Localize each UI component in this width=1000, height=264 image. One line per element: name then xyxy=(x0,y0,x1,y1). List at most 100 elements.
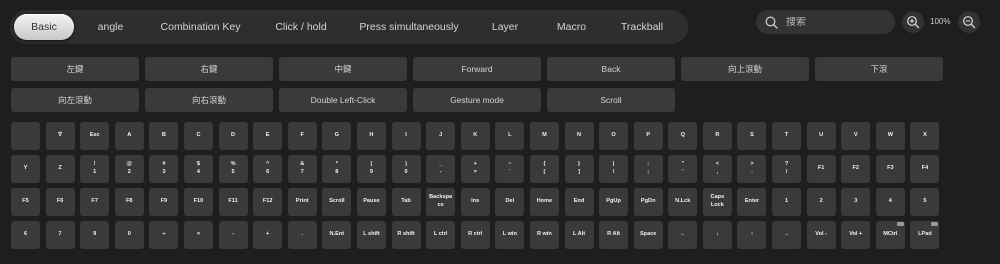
keyboard-key[interactable]: F5 xyxy=(11,188,40,216)
keyboard-key[interactable]: ÷ xyxy=(149,221,179,249)
keyboard-key[interactable]: J xyxy=(426,122,456,150)
keyboard-key[interactable]: ( 9 xyxy=(356,155,386,183)
keyboard-key[interactable]: ← xyxy=(668,221,698,249)
keyboard-key[interactable]: G xyxy=(322,122,352,150)
keyboard-key[interactable]: P xyxy=(633,122,663,150)
function-button[interactable]: 下滾 xyxy=(815,57,943,81)
keyboard-key[interactable]: T xyxy=(772,122,802,150)
keyboard-key[interactable]: ∇ xyxy=(45,122,75,150)
keyboard-key[interactable]: : ; xyxy=(633,155,663,183)
keyboard-key[interactable]: A xyxy=(114,122,144,150)
keyboard-key[interactable]: K xyxy=(460,122,490,150)
function-button[interactable]: 向左滾動 xyxy=(11,88,139,112)
keyboard-key[interactable]: ^ 6 xyxy=(253,155,283,183)
keyboard-key[interactable]: 2 xyxy=(806,188,836,216)
keyboard-key[interactable]: N.Lck xyxy=(668,188,698,216)
keyboard-key[interactable]: Del xyxy=(495,188,525,216)
keyboard-key[interactable]: F9 xyxy=(149,188,179,216)
zoom-out-button[interactable] xyxy=(958,11,980,33)
keyboard-key[interactable]: R ctrl xyxy=(460,221,490,249)
keyboard-key[interactable]: O xyxy=(599,122,629,150)
keyboard-key[interactable]: N xyxy=(564,122,594,150)
keyboard-key[interactable]: 4 xyxy=(875,188,905,216)
keyboard-key[interactable]: MCtrl xyxy=(875,221,905,249)
keyboard-key[interactable]: - xyxy=(218,221,248,249)
keyboard-key[interactable]: PgUp xyxy=(599,188,629,216)
keyboard-key[interactable]: . xyxy=(287,221,317,249)
keyboard-key[interactable]: ? / xyxy=(772,155,802,183)
tab-angle[interactable]: angle xyxy=(74,14,147,40)
keyboard-key[interactable]: + = xyxy=(460,155,490,183)
keyboard-key[interactable]: L win xyxy=(495,221,525,249)
keyboard-key[interactable]: L shift xyxy=(356,221,386,249)
keyboard-key[interactable]: W xyxy=(875,122,905,150)
search-box[interactable] xyxy=(756,10,895,34)
keyboard-key[interactable]: D xyxy=(218,122,248,150)
function-button[interactable]: Back xyxy=(547,57,675,81)
tab-combination-key[interactable]: Combination Key xyxy=(147,14,254,40)
keyboard-key[interactable]: L xyxy=(495,122,525,150)
keyboard-key[interactable]: Esc xyxy=(80,122,110,150)
keyboard-key[interactable]: F6 xyxy=(45,188,75,216)
keyboard-key[interactable]: > . xyxy=(737,155,767,183)
keyboard-key[interactable]: End xyxy=(564,188,594,216)
keyboard-key[interactable]: PgDn xyxy=(633,188,663,216)
keyboard-key[interactable]: } ] xyxy=(564,155,594,183)
function-button[interactable]: 左鍵 xyxy=(11,57,139,81)
keyboard-key[interactable]: F4 xyxy=(910,155,940,183)
keyboard-key[interactable]: L ctrl xyxy=(426,221,456,249)
zoom-in-button[interactable] xyxy=(902,11,924,33)
keyboard-key[interactable]: Space xyxy=(633,221,663,249)
keyboard-key[interactable]: ~ ` xyxy=(495,155,525,183)
keyboard-key[interactable]: Vol - xyxy=(806,221,836,249)
keyboard-key[interactable]: 6 xyxy=(11,221,40,249)
tab-layer[interactable]: Layer xyxy=(470,14,540,40)
keyboard-key[interactable]: Scroll xyxy=(322,188,352,216)
keyboard-key[interactable]: I xyxy=(391,122,421,150)
keyboard-key[interactable]: * 8 xyxy=(322,155,352,183)
keyboard-key[interactable]: 7 xyxy=(45,221,75,249)
keyboard-key[interactable]: 9 xyxy=(80,221,110,249)
keyboard-key[interactable] xyxy=(11,122,40,150)
keyboard-key[interactable]: C xyxy=(183,122,213,150)
keyboard-key[interactable]: F12 xyxy=(253,188,283,216)
keyboard-key[interactable]: L Alt xyxy=(564,221,594,249)
keyboard-key[interactable]: Vol + xyxy=(841,221,871,249)
keyboard-key[interactable]: Enter xyxy=(737,188,767,216)
keyboard-key[interactable]: 1 xyxy=(772,188,802,216)
keyboard-key[interactable]: F7 xyxy=(80,188,110,216)
keyboard-key[interactable]: F3 xyxy=(875,155,905,183)
function-button[interactable]: Scroll xyxy=(547,88,675,112)
keyboard-key[interactable]: { [ xyxy=(529,155,559,183)
keyboard-key[interactable]: % 5 xyxy=(218,155,248,183)
keyboard-key[interactable]: ! 1 xyxy=(80,155,110,183)
keyboard-key[interactable]: _ - xyxy=(426,155,456,183)
keyboard-key[interactable]: Pause xyxy=(356,188,386,216)
keyboard-key[interactable]: & 7 xyxy=(287,155,317,183)
keyboard-key[interactable]: Y xyxy=(11,155,40,183)
keyboard-key[interactable]: Caps Lock xyxy=(702,188,732,216)
keyboard-key[interactable]: F1 xyxy=(806,155,836,183)
tab-trackball[interactable]: Trackball xyxy=(603,14,681,40)
keyboard-key[interactable]: X xyxy=(910,122,940,150)
keyboard-key[interactable]: Ins xyxy=(460,188,490,216)
keyboard-key[interactable]: 5 xyxy=(910,188,940,216)
keyboard-key[interactable]: M xyxy=(529,122,559,150)
keyboard-key[interactable]: E xyxy=(253,122,283,150)
keyboard-key[interactable]: H xyxy=(356,122,386,150)
keyboard-key[interactable]: $ 4 xyxy=(183,155,213,183)
keyboard-key[interactable]: Home xyxy=(529,188,559,216)
keyboard-key[interactable]: 0 xyxy=(114,221,144,249)
tab-press-simultaneously[interactable]: Press simultaneously xyxy=(348,14,470,40)
keyboard-key[interactable]: → xyxy=(772,221,802,249)
keyboard-key[interactable]: @ 2 xyxy=(114,155,144,183)
tab-click-hold[interactable]: Click / hold xyxy=(254,14,348,40)
keyboard-key[interactable]: U xyxy=(806,122,836,150)
keyboard-key[interactable]: R Alt xyxy=(599,221,629,249)
keyboard-key[interactable]: S xyxy=(737,122,767,150)
function-button[interactable]: 向右滾動 xyxy=(145,88,273,112)
keyboard-key[interactable]: Backspa ce xyxy=(426,188,456,216)
keyboard-key[interactable]: Z xyxy=(45,155,75,183)
search-input[interactable] xyxy=(786,16,876,28)
keyboard-key[interactable]: ↑ xyxy=(737,221,767,249)
